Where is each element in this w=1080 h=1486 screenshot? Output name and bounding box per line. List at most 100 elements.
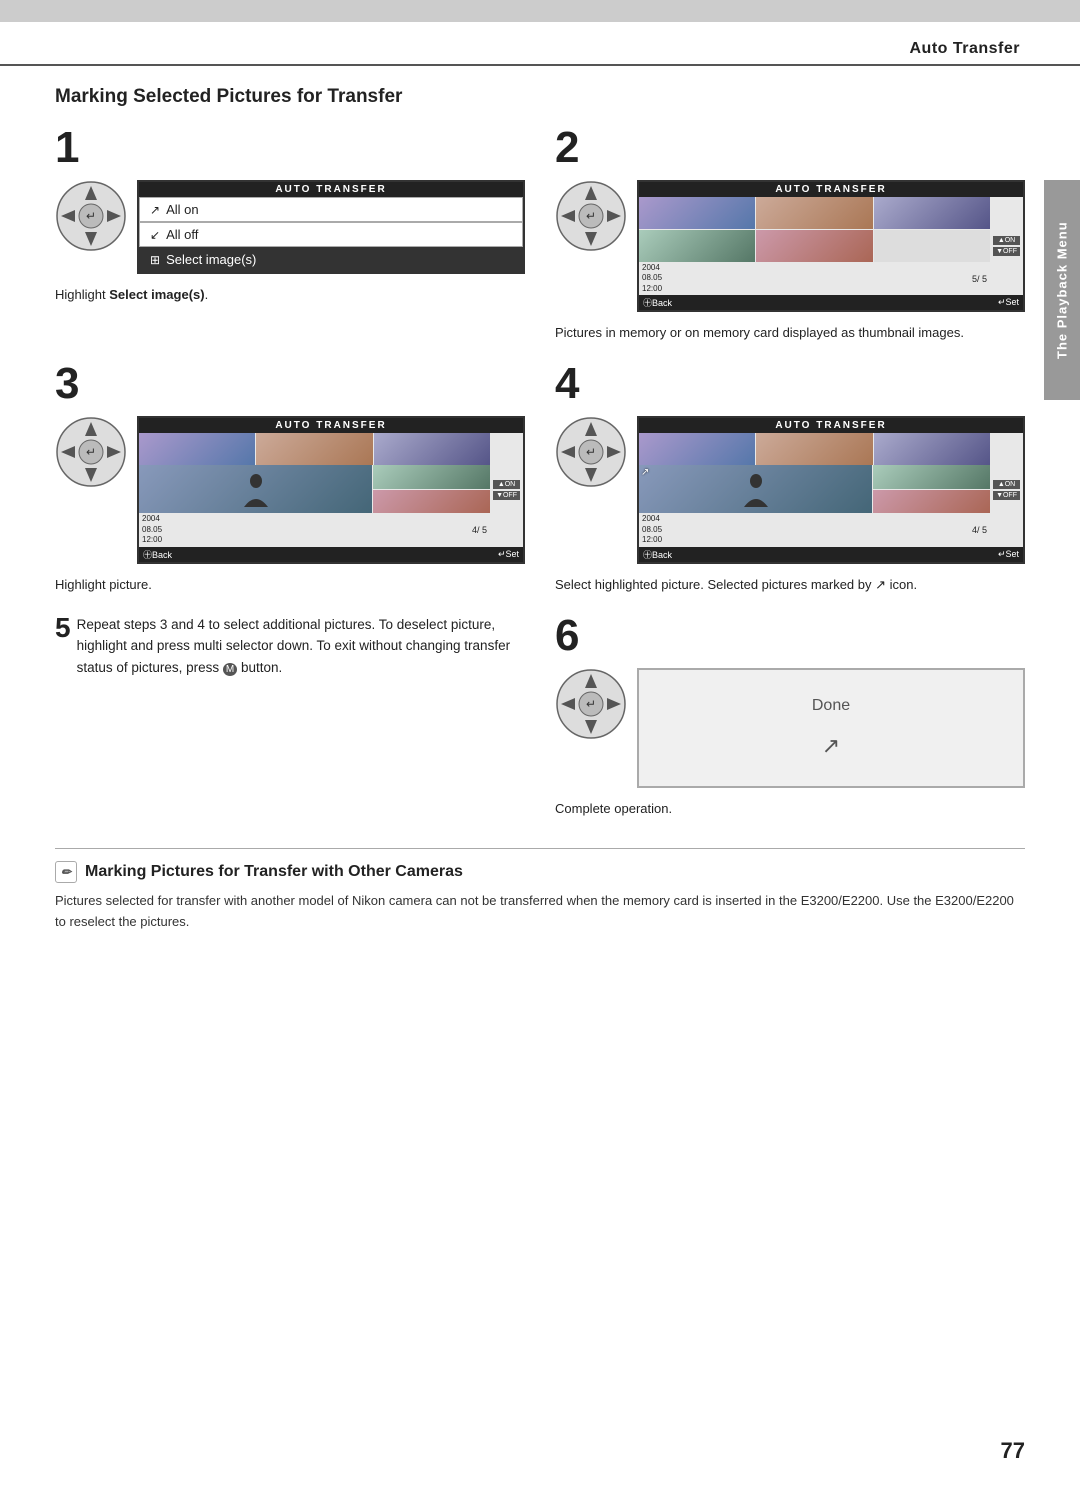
step-4-bottom-row: ↗ [639,465,990,513]
thumb-5 [756,230,872,262]
step-3-bottom-bar: ㊉Back ↵Set [139,547,523,562]
step-4-inner: ↵ AUTO TRANSFER [555,416,1025,563]
step4-small-right [873,465,990,513]
step-2-caption: Pictures in memory or on memory card dis… [555,324,1025,342]
steps-grid: 1 ↵ [55,126,1025,594]
step-1-screen: AUTO TRANSFER ↗ All on ↙ All off ⊞ Selec [137,180,525,274]
step-2-cam-row: 200408.0512:00 5/ 5 ▲ON ▼OFF [639,197,1023,295]
step-3-thumb-area: 200408.0512:00 4/ 5 [139,433,490,546]
step-4-screen-title: AUTO TRANSFER [639,418,1023,433]
step-3-off-btn: ▼OFF [493,491,520,500]
step-4-on-btn: ▲ON [993,480,1020,489]
step-4-screen: AUTO TRANSFER [637,416,1025,563]
step-4-menu-label: ㊉Back [643,548,672,561]
note-text: Pictures selected for transfer with anot… [55,891,1025,933]
step4-mark-icon: ↗ [641,467,649,478]
step-2-thumb-area: 200408.0512:00 5/ 5 [639,197,990,295]
page-number: 77 [1001,1438,1025,1464]
step3-tr2 [373,490,490,514]
step-4-count: 4/ 5 [972,525,987,535]
note-section: ✏ Marking Pictures for Transfer with Oth… [55,848,1025,933]
thumb-6 [874,230,990,262]
step3-large-img [139,465,372,513]
step-2-date-row: 200408.0512:00 5/ 5 [639,262,990,295]
step4-tr2 [873,490,990,514]
section-title: Marking Selected Pictures for Transfer [55,86,1025,108]
step-2-bottom-bar: ㊉Back ↵Set [639,295,1023,310]
step-3-date-row: 200408.0512:00 4/ 5 [139,513,490,546]
step-4-block: 4 ↵ AUTO TRANSFER [555,362,1025,593]
step-6-number: 6 [555,614,1025,658]
step-6-done-icon: ↗ [822,733,840,759]
thumb-4 [639,230,755,262]
step-1-inner: ↵ AUTO TRANSFER ↗ All on ↙ All off [55,180,525,274]
all-off-icon: ↙ [150,228,160,242]
step-3-bottom-row [139,465,490,513]
step-2-dpad: ↵ [555,180,627,252]
step-3-dpad: ↵ [55,416,127,488]
step-3-top-thumbs [139,433,490,465]
step-3-inner: ↵ AUTO TRANSFER [55,416,525,563]
all-on-label: All on [166,202,199,217]
sidebar-label: The Playback Menu [1055,221,1070,359]
svg-text:↵: ↵ [86,445,96,459]
step-1-number: 1 [55,126,525,170]
svg-text:↵: ↵ [586,445,596,459]
step-3-screen: AUTO TRANSFER [137,416,525,563]
step-5-number: 5 [55,614,71,642]
step-3-screen-wrap: AUTO TRANSFER [137,416,525,563]
menu-item-select-images: ⊞ Select image(s) [139,247,523,272]
note-icon: ✏ [55,861,77,883]
step-4-bottom-bar: ㊉Back ↵Set [639,547,1023,562]
step-4-date: 200408.0512:00 [642,514,662,545]
svg-text:↵: ↵ [86,209,96,223]
page-header: Auto Transfer [0,22,1080,66]
step-2-on-btn: ▲ON [993,236,1020,245]
step-3-cam-row: 200408.0512:00 4/ 5 ▲ON ▼OFF [139,433,523,546]
step-1-dpad: ↵ [55,180,127,252]
step3-thumb-2 [256,433,372,465]
select-images-label: Select image(s) [166,252,256,267]
step-4-date-row: 200408.0512:00 4/ 5 [639,513,990,546]
step-5-block: 5 Repeat steps 3 and 4 to select additio… [55,614,525,818]
step-4-screen-wrap: AUTO TRANSFER [637,416,1025,563]
all-on-icon: ↗ [150,203,160,217]
step-3-block: 3 ↵ AUTO TRANSFER [55,362,525,593]
thumb-2 [756,197,872,229]
step-2-number: 2 [555,126,1025,170]
step-6-screen-wrap: Done ↗ [637,668,1025,788]
step-1-menu: ↗ All on ↙ All off ⊞ Select image(s) [139,197,523,272]
step-2-screen-title: AUTO TRANSFER [639,182,1023,197]
thumb-1 [639,197,755,229]
step-2-screen: AUTO TRANSFER [637,180,1025,312]
top-bar [0,0,1080,22]
note-title: ✏ Marking Pictures for Transfer with Oth… [55,861,1025,883]
step4-thumb-3 [874,433,990,465]
step-6-block: 6 ↵ Done ↗ [555,614,1025,818]
step-4-number: 4 [555,362,1025,406]
step-2-screen-wrap: AUTO TRANSFER [637,180,1025,312]
note-title-text: Marking Pictures for Transfer with Other… [85,863,463,881]
step-6-screen: Done ↗ [637,668,1025,788]
step4-thumb-1 [639,433,755,465]
step-2-date: 200408.0512:00 [642,263,662,294]
step-3-count: 4/ 5 [472,525,487,535]
step-2-count: 5/ 5 [972,274,987,284]
step-4-cam-row: ↗ 200408.0512:00 4/ 5 [639,433,1023,546]
sidebar-tab: The Playback Menu [1044,180,1080,400]
main-content: Marking Selected Pictures for Transfer 1 [0,76,1080,953]
step-6-caption: Complete operation. [555,800,1025,818]
step4-tr1 [873,465,990,489]
step3-thumb-1 [139,433,255,465]
step3-thumb-3 [374,433,490,465]
step-3-on-btn: ▲ON [493,480,520,489]
step3-tr1 [373,465,490,489]
step-2-off-btn: ▼OFF [993,247,1020,256]
step-2-thumbs [639,197,990,262]
step-2-menu-label: ㊉Back [643,296,672,309]
step-6-inner: ↵ Done ↗ [555,668,1025,788]
step-2-side-controls: ▲ON ▼OFF [990,197,1023,295]
step-3-number: 3 [55,362,525,406]
menu-item-all-off: ↙ All off [139,222,523,247]
step-3-caption: Highlight picture. [55,576,525,594]
